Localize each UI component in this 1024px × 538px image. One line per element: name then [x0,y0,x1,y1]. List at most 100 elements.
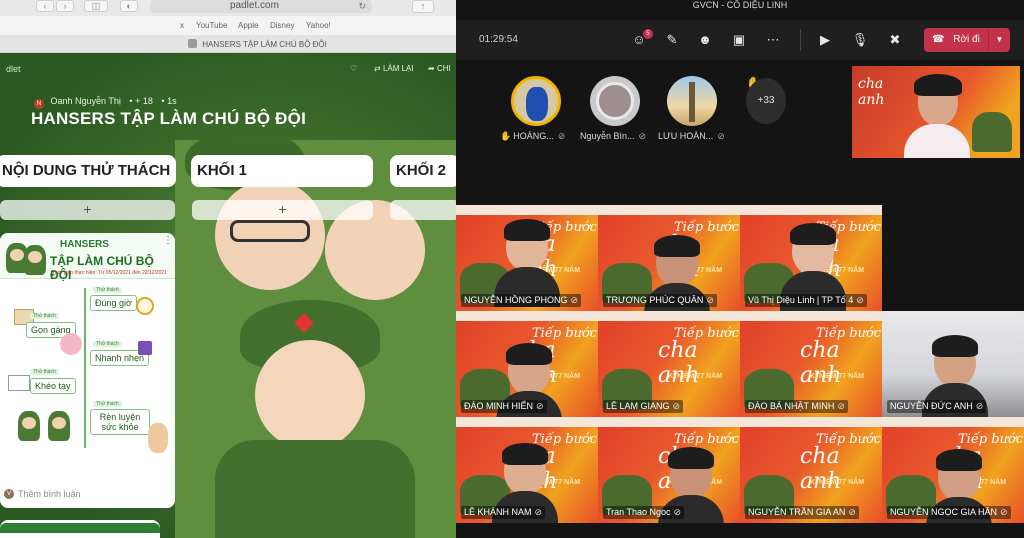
participant-video-tile[interactable]: Tiếp bướccha anhKỈ NIỆM 77 NĂMĐÀO MINH H… [456,311,598,417]
share-button[interactable]: ↑ [412,0,434,13]
add-post-button[interactable]: + [0,200,175,220]
participant-name-label: NGUYỄN ĐỨC ANH ⊘ [887,400,987,413]
more-actions-icon[interactable]: ⋯ [764,31,782,49]
add-post-button[interactable] [390,200,456,220]
post-card[interactable] [0,520,160,538]
participant-name-label: ĐÀO MINH HIỂN ⊘ [461,400,547,413]
mic-off-icon: ⊘ [975,401,984,411]
participant-video-tile[interactable]: Tiếp bướccha anhKỈ NIỆM 77 NĂMTran Thao … [598,417,740,523]
participant-name: ✋ HOÀNG... ⊘ [500,131,566,141]
participant-name: NGUYỄN HỒNG PHONG [464,295,568,305]
sidebar-toggle-button[interactable]: ◫ [84,0,108,12]
column-header-khoi-1[interactable]: KHỐI 1 [191,155,373,187]
share-screen-icon[interactable]: ✖ [886,31,904,49]
favorites-bar: x YouTube Apple Disney Yahoo! [0,16,456,35]
url-text: padlet.com [230,0,279,11]
raised-hand-icon: ✋ [500,131,512,141]
reload-icon[interactable]: ↻ [358,0,366,12]
mic-off-icon: ⊘ [536,401,544,411]
comment-input[interactable]: V Thêm bình luận [0,486,175,502]
forward-button[interactable]: › [56,0,74,12]
post-heading: HANSERS [60,239,109,250]
favicon-icon [188,39,197,48]
mic-off-icon: ⊘ [717,131,725,141]
author-name[interactable]: Oanh Nguyễn Thị [51,96,121,106]
participant-name: Vũ Thị Diệu Linh | TP Tổ 4 [748,295,854,305]
participant-name: NGUYỄN NGỌC GIA HÂN [890,507,998,517]
exercise-figure-icon [148,423,168,453]
like-count: + 18 [135,96,153,106]
comment-placeholder: Thêm bình luận [18,489,81,499]
microphone-icon[interactable]: 🎙 [851,31,869,49]
privacy-shield-icon[interactable]: ◐ [120,0,138,12]
favorite-disney[interactable]: Disney [270,21,294,30]
favorite-apple[interactable]: Apple [238,21,258,30]
favorite-yahoo[interactable]: Yahoo! [306,21,331,30]
participant-avatar[interactable] [590,76,640,126]
rooms-icon[interactable]: ▣ [730,31,748,49]
reactions-icon[interactable]: ☻ [696,31,714,49]
address-bar[interactable]: padlet.com ↻ [150,0,372,13]
mic-off-icon: ⊘ [673,507,682,517]
camera-icon[interactable]: ▶ [816,31,834,49]
participant-name: NGUYỄN TRẦN GIA AN [748,507,846,517]
participant-avatar[interactable] [667,76,717,126]
participant-name: LƯU HOÀN... ⊘ [658,131,725,141]
leave-button[interactable]: ☎ Rời đi ▼ [924,28,1010,52]
favorite-close[interactable]: x [180,21,184,30]
participant-video-tile[interactable]: Tiếp bước cha anh KỈ NIỆM 77 NĂM NGUYỄN TRẦ… [740,417,882,523]
board-icon [8,375,30,391]
post-time: 1s [167,96,177,106]
participant-name: Nguyễn Bìn... ⊘ [580,131,647,141]
teams-meeting-window: GVCN - CÔ DIỆU LINH 01:29:54 ☺ 5 ✎ ☻ ▣ ⋯… [456,0,1024,538]
more-participants-button[interactable]: +33 [746,78,786,124]
participant-video-tile[interactable]: Tiếp bước cha anh KỈ NIỆM 77 NĂM ĐÀO BÁ NHẬ… [740,311,882,417]
share-menu-button[interactable]: ➦ CHI [428,64,451,73]
padlet-logo[interactable]: dlet [6,64,21,74]
add-post-button[interactable]: + [192,200,373,220]
author-avatar[interactable]: N [34,99,44,109]
calendar-icon [138,341,152,355]
participant-video-tile[interactable]: Tiếp bướccha anhKỈ NIỆM 77 NĂMVũ Thị Diệ… [740,205,882,311]
participant-video-tile[interactable]: Tiếp bướccha anhKỈ NIỆM 77 NĂMLÊ KHÁNH N… [456,417,598,523]
post-subheading: TẬP LÀM CHÚ BỘ ĐỘI [50,254,154,282]
host-video-tile[interactable]: cha anh [852,66,1020,158]
browser-tab[interactable]: HANSERS TẬP LÀM CHÚ BỘ ĐỘI [188,39,327,49]
mic-off-icon: ⊘ [570,295,579,305]
participant-video-tile[interactable]: NGUYỄN ĐỨC ANH ⊘ [882,311,1024,417]
clock-icon [136,297,154,315]
participant-avatar[interactable] [511,76,561,126]
remake-button[interactable]: ⇄ LÀM LẠI [374,64,414,73]
participant-name: TRƯƠNG PHÚC QUÂN [606,295,704,305]
poster-text: KỈ NIỆM 77 NĂM [810,373,865,380]
mic-off-icon: ⊘ [534,507,543,517]
column-header-noi-dung[interactable]: NỘI DUNG THỬ THÁCH [0,155,176,187]
phone-hangup-icon: ☎ [932,34,945,45]
mic-off-icon: ⊘ [848,507,856,517]
post-card[interactable]: HANSERS TẬP LÀM CHÚ BỘ ĐỘI Thời gian thự… [0,233,175,508]
mic-off-icon: ⊘ [638,131,647,141]
back-button[interactable]: ‹ [36,0,54,12]
chat-icon[interactable]: ✎ [663,31,681,49]
participant-video-tile[interactable]: Tiếp bước cha anh KỈ NIỆM 77 NĂM LÊ LAM GIA… [598,311,740,417]
participant-video-tile[interactable]: Tiếp bướccha anhKỈ NIỆM 77 NĂMNGUYỄN HỒN… [456,205,598,311]
participant-name-label: TRƯƠNG PHÚC QUÂN ⊘ [603,294,717,307]
leave-label: Rời đi [953,34,980,45]
mic-off-icon: ⊘ [1000,507,1008,517]
participant-name: LÊ KHÁNH NAM [464,507,532,517]
share-label: CHI [436,64,451,73]
post-menu-icon[interactable]: ⋮ [163,235,173,246]
participant-video-tile[interactable]: Tiếp bướccha anhKỈ NIỆM 77 NĂMNGUYỄN NGỌ… [882,417,1024,523]
chevron-down-icon[interactable]: ▼ [988,28,1010,52]
challenge-chip: Rèn luyện sức khỏe [90,409,150,435]
column-header-khoi-2[interactable]: KHỐI 2 [390,155,456,187]
post-date-range: Thời gian thực hiện: Từ 05/12/2021 đến 2… [52,270,167,276]
favorite-youtube[interactable]: YouTube [196,21,227,30]
browser-window: ‹ › ◫ ◐ padlet.com ↻ ↑ x YouTube Apple D… [0,0,456,538]
post-image: HANSERS TẬP LÀM CHÚ BỘ ĐỘI Thời gian thự… [0,233,175,479]
participant-video-tile[interactable]: Tiếp bướccha anhKỈ NIỆM 77 NĂMTRƯƠNG PHÚ… [598,205,740,311]
participant-name: NGUYỄN ĐỨC ANH [890,401,973,411]
video-grid: Tiếp bướccha anhKỈ NIỆM 77 NĂMNGUYỄN HỒN… [456,205,1024,523]
heart-icon[interactable]: ♡ [350,64,357,73]
challenge-chip: Đúng giờ [90,295,137,311]
